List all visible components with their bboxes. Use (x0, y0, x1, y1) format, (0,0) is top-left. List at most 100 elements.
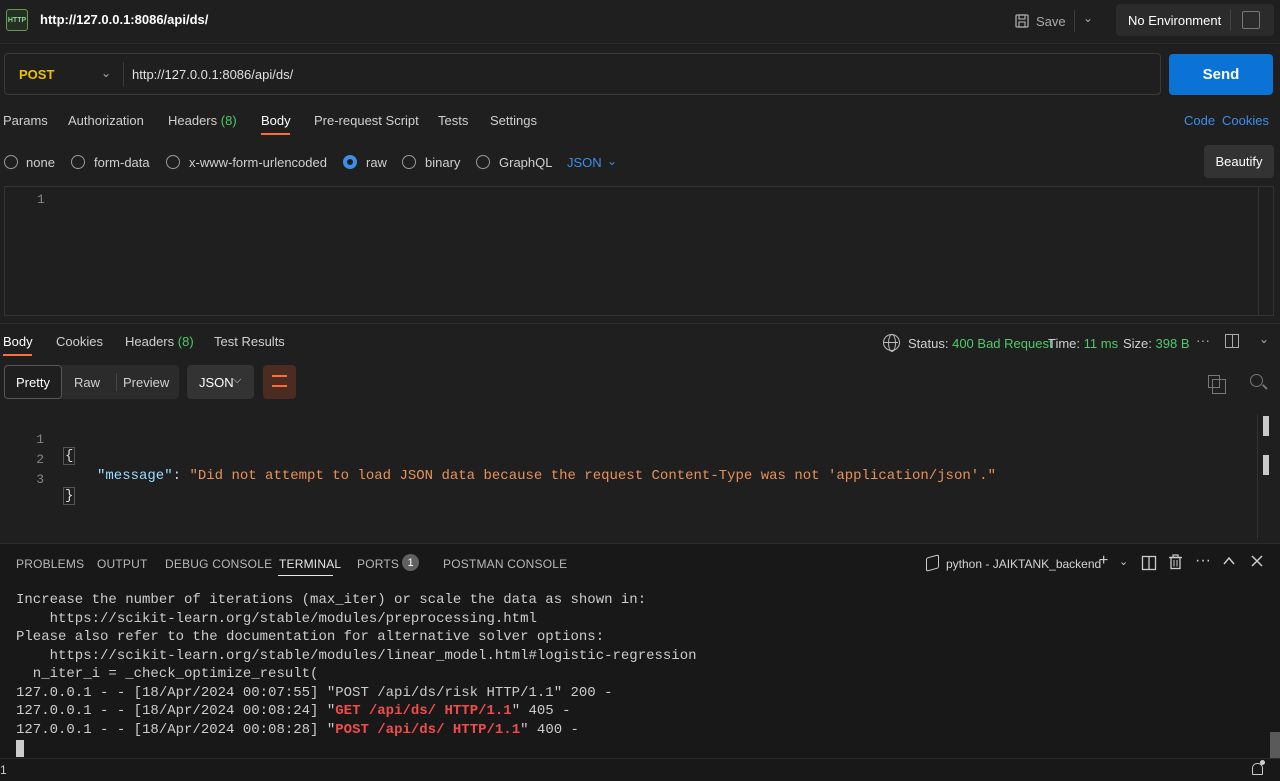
view-mode-group: Pretty Raw Preview (4, 365, 179, 399)
radio-urlencoded-label[interactable]: x-www-form-urlencoded (189, 155, 327, 170)
view-pretty-button[interactable]: Pretty (4, 365, 62, 399)
layout-toggle-icon[interactable] (1225, 334, 1239, 348)
trash-icon[interactable] (1168, 554, 1183, 575)
beautify-button[interactable]: Beautify (1204, 145, 1274, 178)
method-chevron-down-icon[interactable]: ⌄ (101, 66, 111, 80)
save-button[interactable]: Save (1014, 10, 1066, 32)
save-label: Save (1036, 13, 1066, 29)
terminal-output[interactable]: Increase the number of iterations (max_i… (16, 592, 697, 759)
radio-binary[interactable] (402, 155, 416, 169)
radio-urlencoded[interactable] (166, 155, 180, 169)
new-terminal-plus-icon[interactable]: + (1099, 552, 1108, 570)
response-size[interactable]: Size: 398 B (1123, 336, 1190, 351)
terminal-dropdown-chevron-icon[interactable]: ⌄ (1119, 555, 1128, 568)
format-label: JSON (199, 375, 234, 390)
tab-settings[interactable]: Settings (490, 113, 537, 128)
close-panel-icon[interactable] (1250, 554, 1264, 573)
log-prefix: 127.0.0.1 - - [18/Apr/2024 00:08:28] " (16, 721, 336, 738)
log-request-highlight: POST /api/ds/ HTTP/1.1 (335, 721, 521, 738)
collapse-chevron-icon[interactable]: ⌄ (1259, 332, 1269, 346)
status-bar-item[interactable]: 1 (0, 763, 7, 777)
panel-tab-terminal[interactable]: TERMINAL (279, 557, 341, 571)
panel-tab-postman-console[interactable]: POSTMAN CONSOLE (443, 557, 567, 571)
log-request-highlight: GET /api/ds/ HTTP/1.1 (335, 703, 512, 719)
close-brace[interactable]: } (63, 487, 76, 505)
response-tab-headers[interactable]: Headers (8) (125, 334, 194, 349)
size-label: Size: (1123, 336, 1152, 351)
request-body-editor[interactable]: 1 (4, 186, 1274, 316)
terminal-instance-name[interactable]: python - JAIKTANK_backend (946, 557, 1101, 571)
response-more-icon[interactable]: ··· (1196, 332, 1210, 348)
radio-graphql-label[interactable]: GraphQL (499, 155, 552, 170)
send-button[interactable]: Send (1169, 54, 1273, 95)
environment-selector[interactable]: No Environment (1116, 4, 1274, 36)
response-tab-cookies[interactable]: Cookies (56, 334, 103, 349)
tab-headers-count: (8) (220, 113, 237, 128)
globe-icon[interactable] (883, 334, 900, 352)
radio-form-data-label[interactable]: form-data (94, 155, 150, 170)
radio-graphql[interactable] (476, 155, 490, 169)
search-icon[interactable] (1250, 374, 1263, 387)
environment-label: No Environment (1128, 13, 1222, 28)
raw-language-select[interactable]: JSON (567, 155, 602, 170)
response-status[interactable]: Status: 400 Bad Request (908, 336, 1053, 351)
panel-more-icon[interactable]: ··· (1195, 552, 1211, 570)
size-value: 398 B (1155, 336, 1190, 351)
terminal-line: https://scikit-learn.org/stable/modules/… (16, 610, 537, 627)
response-tab-body[interactable]: Body (3, 334, 33, 349)
notifications-bell-icon[interactable] (1252, 760, 1265, 775)
response-divider[interactable] (0, 323, 1280, 324)
maximize-panel-chevron-up-icon[interactable] (1222, 554, 1236, 573)
response-format-select[interactable]: JSON ⌵ (187, 365, 254, 399)
url-input[interactable] (132, 64, 1132, 84)
panel-tab-debug-console[interactable]: DEBUG CONSOLE (165, 557, 272, 571)
radio-raw-label[interactable]: raw (366, 155, 387, 170)
tab-body[interactable]: Body (261, 113, 291, 128)
response-scrollbar-marker[interactable] (1263, 455, 1269, 475)
terminal-line: Increase the number of iterations (max_i… (16, 592, 647, 608)
line-number: 3 (36, 472, 44, 487)
environment-quick-look-icon[interactable] (1242, 11, 1260, 29)
environment-divider (1230, 10, 1231, 30)
status-bar: 1 (0, 758, 1280, 781)
radio-raw[interactable] (343, 155, 357, 169)
tab-tests[interactable]: Tests (438, 113, 468, 128)
terminal-line: https://scikit-learn.org/stable/modules/… (16, 647, 697, 664)
panel-tab-ports[interactable]: PORTS (357, 557, 399, 571)
active-tab-indicator (261, 133, 290, 135)
language-chevron-down-icon[interactable]: ⌄ (607, 154, 617, 168)
tab-params[interactable]: Params (3, 113, 48, 128)
ports-count-badge: 1 (402, 554, 419, 571)
response-tab-test-results[interactable]: Test Results (214, 334, 285, 349)
copy-icon[interactable] (1208, 375, 1226, 394)
response-tab-headers-count: (8) (177, 334, 194, 349)
view-raw-button[interactable]: Raw (74, 375, 100, 390)
editor-scrollbar[interactable] (1258, 187, 1259, 315)
radio-binary-label[interactable]: binary (425, 155, 460, 170)
panel-tab-output[interactable]: OUTPUT (97, 557, 148, 571)
response-scrollbar[interactable] (1263, 416, 1269, 436)
save-dropdown-chevron-icon[interactable]: ⌄ (1083, 11, 1093, 25)
panel-tab-problems[interactable]: PROBLEMS (16, 557, 84, 571)
terminal-prompt-line[interactable] (16, 740, 697, 759)
split-terminal-icon[interactable] (1141, 555, 1157, 576)
tab-headers[interactable]: Headers (8) (168, 113, 237, 128)
response-time[interactable]: Time: 11 ms (1048, 336, 1118, 351)
tab-pre-request-script[interactable]: Pre-request Script (314, 113, 419, 128)
url-bar: POST ⌄ (4, 53, 1161, 95)
cookies-link[interactable]: Cookies (1222, 113, 1269, 128)
response-body-viewer[interactable]: 1 { 2 "message": "Did not attempt to loa… (0, 414, 1270, 539)
code-link[interactable]: Code (1184, 113, 1215, 128)
title-bar: HTTP http://127.0.0.1:8086/api/ds/ Save … (0, 0, 1280, 44)
tab-authorization[interactable]: Authorization (68, 113, 144, 128)
request-tab-title[interactable]: http://127.0.0.1:8086/api/ds/ (40, 12, 208, 27)
view-preview-button[interactable]: Preview (123, 375, 169, 390)
panel-active-tab-indicator (278, 575, 333, 576)
radio-form-data[interactable] (71, 155, 85, 169)
wrap-lines-button[interactable] (263, 365, 296, 399)
terminal-line: 127.0.0.1 - - [18/Apr/2024 00:07:55] "PO… (16, 684, 613, 701)
terminal-scrollbar[interactable] (1270, 732, 1280, 760)
radio-none-label[interactable]: none (26, 155, 55, 170)
method-select[interactable]: POST (19, 67, 54, 82)
radio-none[interactable] (4, 155, 18, 169)
